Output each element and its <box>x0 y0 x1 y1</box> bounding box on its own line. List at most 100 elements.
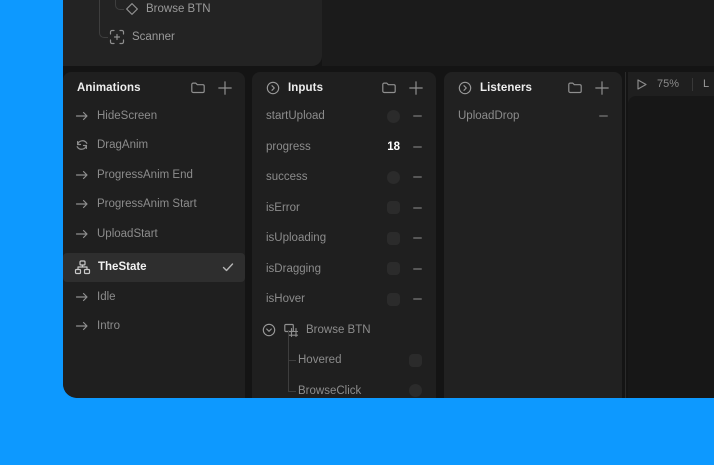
input-group-row[interactable]: Browse BTN <box>252 315 436 346</box>
folder-icon[interactable] <box>190 80 206 96</box>
listener-label: UploadDrop <box>458 110 519 122</box>
animation-item-label: DragAnim <box>97 139 148 151</box>
truncated-toolbar-label: L <box>703 78 709 90</box>
trigger-fire-button[interactable] <box>387 171 400 184</box>
input-number-value[interactable]: 18 <box>387 141 400 153</box>
canvas-area: 75% L <box>628 72 714 398</box>
minus-dash[interactable] <box>599 115 608 117</box>
stage-canvas[interactable] <box>628 96 714 398</box>
minus-dash[interactable] <box>413 237 422 239</box>
hierarchy-item-label: Browse BTN <box>146 3 211 15</box>
listeners-title: Listeners <box>480 82 532 94</box>
input-label: success <box>266 171 308 183</box>
circle-chevron-right-icon[interactable] <box>266 81 280 95</box>
check-icon <box>221 260 235 274</box>
state-machine-icon <box>74 259 91 276</box>
scanner-icon <box>109 29 125 45</box>
panel-resize-handle[interactable] <box>625 72 626 398</box>
animations-title: Animations <box>77 82 141 94</box>
hierarchy-item-scanner[interactable]: Scanner <box>109 29 175 45</box>
input-row[interactable]: BrowseClick <box>252 376 436 399</box>
trigger-fire-button[interactable] <box>387 110 400 123</box>
input-group-label: Browse BTN <box>306 324 371 336</box>
animations-panel: Animations HideScreen DragAnim ProgressAni… <box>63 72 245 398</box>
diamond-icon <box>125 2 139 16</box>
folder-icon[interactable] <box>381 80 397 96</box>
plus-icon[interactable] <box>408 80 424 96</box>
input-row[interactable]: isUploading <box>252 223 436 254</box>
input-label: isUploading <box>266 232 326 244</box>
loop-icon <box>74 137 90 153</box>
animation-item[interactable]: Idle <box>63 282 245 312</box>
animations-list: HideScreen DragAnim ProgressAnim End Progre… <box>63 101 245 341</box>
top-empty-area <box>322 0 714 66</box>
app-background: Browse BTN Scanner Animations HideScreen… <box>0 0 714 465</box>
minus-dash[interactable] <box>413 298 422 300</box>
input-row[interactable]: Hovered <box>252 345 436 376</box>
animation-item-label: ProgressAnim End <box>97 169 193 181</box>
circle-chevron-down-icon[interactable] <box>262 323 276 337</box>
hierarchy-panel: Browse BTN Scanner <box>63 0 322 66</box>
one-shot-arrow-icon <box>74 108 90 124</box>
animation-item[interactable]: ProgressAnim Start <box>63 190 245 220</box>
input-row[interactable]: isDragging <box>252 254 436 285</box>
input-label: isHover <box>266 293 305 305</box>
one-shot-arrow-icon <box>74 167 90 183</box>
plus-icon[interactable] <box>217 80 233 96</box>
boolean-checkbox[interactable] <box>387 262 400 275</box>
minus-dash[interactable] <box>413 115 422 117</box>
animation-item[interactable]: DragAnim <box>63 131 245 161</box>
input-label: Hovered <box>298 354 341 366</box>
trigger-fire-button[interactable] <box>409 384 422 397</box>
one-shot-arrow-icon <box>74 318 90 334</box>
zoom-level[interactable]: 75% <box>657 78 679 90</box>
state-machine-area: Animations HideScreen DragAnim ProgressAni… <box>63 72 714 398</box>
boolean-checkbox[interactable] <box>409 354 422 367</box>
input-row[interactable]: success <box>252 162 436 193</box>
listener-row[interactable]: UploadDrop <box>444 101 622 132</box>
input-label: BrowseClick <box>298 385 361 397</box>
inputs-header: Inputs <box>252 72 436 101</box>
input-label: isDragging <box>266 263 321 275</box>
minus-dash[interactable] <box>413 207 422 209</box>
boolean-checkbox[interactable] <box>387 232 400 245</box>
circle-chevron-right-icon[interactable] <box>458 81 472 95</box>
animation-item[interactable]: TheState <box>63 253 245 283</box>
input-row[interactable]: progress18 <box>252 132 436 163</box>
boolean-checkbox[interactable] <box>387 293 400 306</box>
plus-icon[interactable] <box>594 80 610 96</box>
input-row[interactable]: isError <box>252 193 436 224</box>
input-row[interactable]: isHover <box>252 284 436 315</box>
tree-line <box>115 0 124 10</box>
one-shot-arrow-icon <box>74 226 90 242</box>
minus-dash[interactable] <box>413 146 422 148</box>
input-row[interactable]: startUpload <box>252 101 436 132</box>
toolbar-divider <box>692 78 693 91</box>
tree-line <box>288 330 296 361</box>
minus-dash[interactable] <box>413 176 422 178</box>
animation-item[interactable]: ProgressAnim End <box>63 160 245 190</box>
animation-item-label: TheState <box>98 261 147 273</box>
inputs-title: Inputs <box>288 82 323 94</box>
animation-item[interactable]: HideScreen <box>63 101 245 131</box>
tree-line <box>288 361 296 392</box>
animation-item[interactable]: Intro <box>63 312 245 342</box>
hierarchy-item-browse-btn[interactable]: Browse BTN <box>125 1 211 17</box>
animation-item-label: Idle <box>97 291 116 303</box>
listeners-panel: Listeners UploadDrop <box>444 72 622 398</box>
folder-icon[interactable] <box>567 80 583 96</box>
inputs-panel: Inputs startUpload progress18 success isErr… <box>252 72 436 398</box>
animation-item[interactable]: UploadStart <box>63 219 245 249</box>
minus-dash[interactable] <box>413 268 422 270</box>
animation-item-label: Intro <box>97 320 120 332</box>
one-shot-arrow-icon <box>74 196 90 212</box>
one-shot-arrow-icon <box>74 289 90 305</box>
inputs-list: startUpload progress18 success isError isUpl… <box>252 101 436 398</box>
input-label: startUpload <box>266 110 325 122</box>
animation-item-label: HideScreen <box>97 110 157 122</box>
listeners-list: UploadDrop <box>444 101 622 132</box>
input-label: isError <box>266 202 300 214</box>
listeners-header: Listeners <box>444 72 622 101</box>
play-icon[interactable] <box>635 78 648 91</box>
boolean-checkbox[interactable] <box>387 201 400 214</box>
